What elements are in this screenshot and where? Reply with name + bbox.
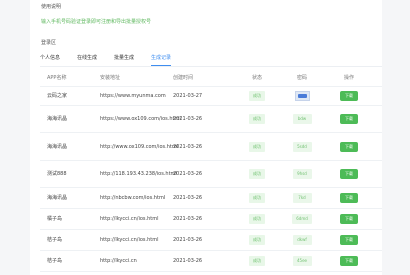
table-row: 桔子岛 http://lkycci.cn 2021-03-26 成功 45ee … xyxy=(40,251,382,272)
app-name: 海海讯晶 xyxy=(47,195,68,201)
password-badge: bdw xyxy=(292,114,312,124)
qr-code-icon[interactable] xyxy=(294,91,310,101)
section-title: 登录区 xyxy=(41,40,57,46)
status-cell: 成功 xyxy=(244,251,270,271)
status-cell: 成功 xyxy=(244,133,270,160)
status-badge: 成功 xyxy=(249,91,265,101)
status-cell: 成功 xyxy=(244,106,270,132)
password-cell: 7kd xyxy=(287,188,317,208)
table-row: 海海讯晶 http://www.ox109.com/ios.html 2021-… xyxy=(40,133,382,161)
action-cell: 下载 xyxy=(331,161,367,187)
action-cell: 下载 xyxy=(331,106,367,132)
app-name: 桔子岛 xyxy=(47,258,63,264)
app-name: 桔子岛 xyxy=(47,237,63,243)
status-badge: 成功 xyxy=(249,114,265,124)
table-header-row: APP名称 安装地址 创建时间 状态 密码 操作 xyxy=(40,70,382,87)
install-url: https://www.myunma.com xyxy=(100,93,166,99)
tab-batch-generate[interactable]: 批量生成 xyxy=(114,55,134,66)
download-button[interactable]: 下载 xyxy=(340,141,358,152)
install-url: http://lkycci.cn/ios.html xyxy=(100,237,159,243)
app-name: 海海讯晶 xyxy=(47,143,68,150)
password-badge: 7kd xyxy=(292,193,312,203)
password-cell: 5sdd xyxy=(287,133,317,160)
download-button[interactable]: 下载 xyxy=(340,193,358,203)
action-cell: 下载 xyxy=(331,209,367,229)
table-row: 海海讯晶 https://www.ox109.com/ios.html 2021… xyxy=(40,106,382,133)
download-button[interactable]: 下载 xyxy=(340,214,358,224)
password-badge: 5sdd xyxy=(292,141,312,152)
password-cell: 45ee xyxy=(287,251,317,271)
action-cell: 下载 xyxy=(331,188,367,208)
created-time: 2021-03-26 xyxy=(173,195,203,201)
password-badge: 9hsd xyxy=(292,169,312,179)
status-cell: 成功 xyxy=(244,161,270,187)
tab-generate-records[interactable]: 生成记录 xyxy=(151,55,172,66)
action-cell: 下载 xyxy=(331,133,367,160)
table-row: 桔子岛 http://lkycci.cn/ios.html 2021-03-26… xyxy=(40,230,382,251)
password-badge: dkwf xyxy=(292,235,312,245)
page-container: 使用说明 输入手机号码验证登录即可注册和导出批量授权号 登录区 个人信息 在线生… xyxy=(30,0,382,275)
created-time: 2021-03-26 xyxy=(173,237,203,243)
password-cell: 6dmd xyxy=(287,209,317,229)
created-time: 2021-03-27 xyxy=(173,93,203,99)
status-badge: 成功 xyxy=(249,141,265,152)
password-cell: bdw xyxy=(287,106,317,132)
download-button[interactable]: 下载 xyxy=(340,91,358,101)
header-created-time: 创建时间 xyxy=(173,75,194,81)
status-cell: 成功 xyxy=(244,188,270,208)
created-time: 2021-03-26 xyxy=(173,171,203,177)
download-button[interactable]: 下载 xyxy=(340,256,358,266)
download-button[interactable]: 下载 xyxy=(340,235,358,245)
install-url: http://118.193.43.238/ios.html xyxy=(100,171,177,177)
header-action: 操作 xyxy=(343,75,354,81)
status-cell: 成功 xyxy=(244,209,270,229)
app-name: 测试888 xyxy=(47,171,67,177)
password-cell: 9hsd xyxy=(287,161,317,187)
action-cell: 下载 xyxy=(331,251,367,271)
table-row: 测试888 http://118.193.43.238/ios.html 202… xyxy=(40,161,382,188)
install-url: http://nbcbw.com/ios.html xyxy=(100,195,166,201)
header-status: 状态 xyxy=(251,75,262,81)
status-cell: 成功 xyxy=(244,87,270,105)
created-time: 2021-03-26 xyxy=(173,116,203,122)
created-time: 2021-03-26 xyxy=(173,143,203,150)
tab-profile[interactable]: 个人信息 xyxy=(40,55,60,66)
status-badge: 成功 xyxy=(249,193,265,203)
install-url: https://www.ox109.com/ios.html xyxy=(100,116,181,122)
header-app-name: APP名称 xyxy=(47,75,67,81)
usage-text: 输入手机号码验证登录即可注册和导出批量授权号 xyxy=(41,19,152,25)
status-cell: 成功 xyxy=(244,230,270,250)
table-row: 橘子岛 http://lkycci.cn/ios.html 2021-03-26… xyxy=(40,209,382,230)
status-badge: 成功 xyxy=(249,169,265,179)
usage-panel: 使用说明 输入手机号码验证登录即可注册和导出批量授权号 xyxy=(35,0,377,35)
password-badge: 6dmd xyxy=(292,214,312,224)
download-button[interactable]: 下载 xyxy=(340,114,358,124)
usage-title: 使用说明 xyxy=(41,4,62,10)
status-badge: 成功 xyxy=(249,214,265,224)
install-url: http://www.ox109.com/ios.html xyxy=(100,143,179,150)
header-password: 密码 xyxy=(296,75,307,81)
action-cell: 下载 xyxy=(331,87,367,105)
download-button[interactable]: 下载 xyxy=(340,169,358,179)
table-row: 云码之家 https://www.myunma.com 2021-03-27 成… xyxy=(40,87,382,106)
created-time: 2021-03-26 xyxy=(173,258,203,264)
tab-online-generate[interactable]: 在线生成 xyxy=(77,55,97,66)
app-name: 橘子岛 xyxy=(47,216,63,222)
tab-bar: 个人信息 在线生成 批量生成 生成记录 xyxy=(40,55,382,67)
created-time: 2021-03-26 xyxy=(173,216,203,222)
table-row: 海海讯晶 http://nbcbw.com/ios.html 2021-03-2… xyxy=(40,188,382,209)
install-url: http://lkycci.cn/ios.html xyxy=(100,216,159,222)
status-badge: 成功 xyxy=(249,256,265,266)
password-cell: dkwf xyxy=(287,230,317,250)
header-install-url: 安装地址 xyxy=(100,75,121,81)
install-url: http://lkycci.cn xyxy=(100,258,137,264)
status-badge: 成功 xyxy=(249,235,265,245)
qr-code-graphic xyxy=(297,94,307,98)
app-name: 海海讯晶 xyxy=(47,116,68,122)
password-cell xyxy=(287,87,317,105)
app-name: 云码之家 xyxy=(47,93,68,99)
action-cell: 下载 xyxy=(331,230,367,250)
password-badge: 45ee xyxy=(292,256,312,266)
